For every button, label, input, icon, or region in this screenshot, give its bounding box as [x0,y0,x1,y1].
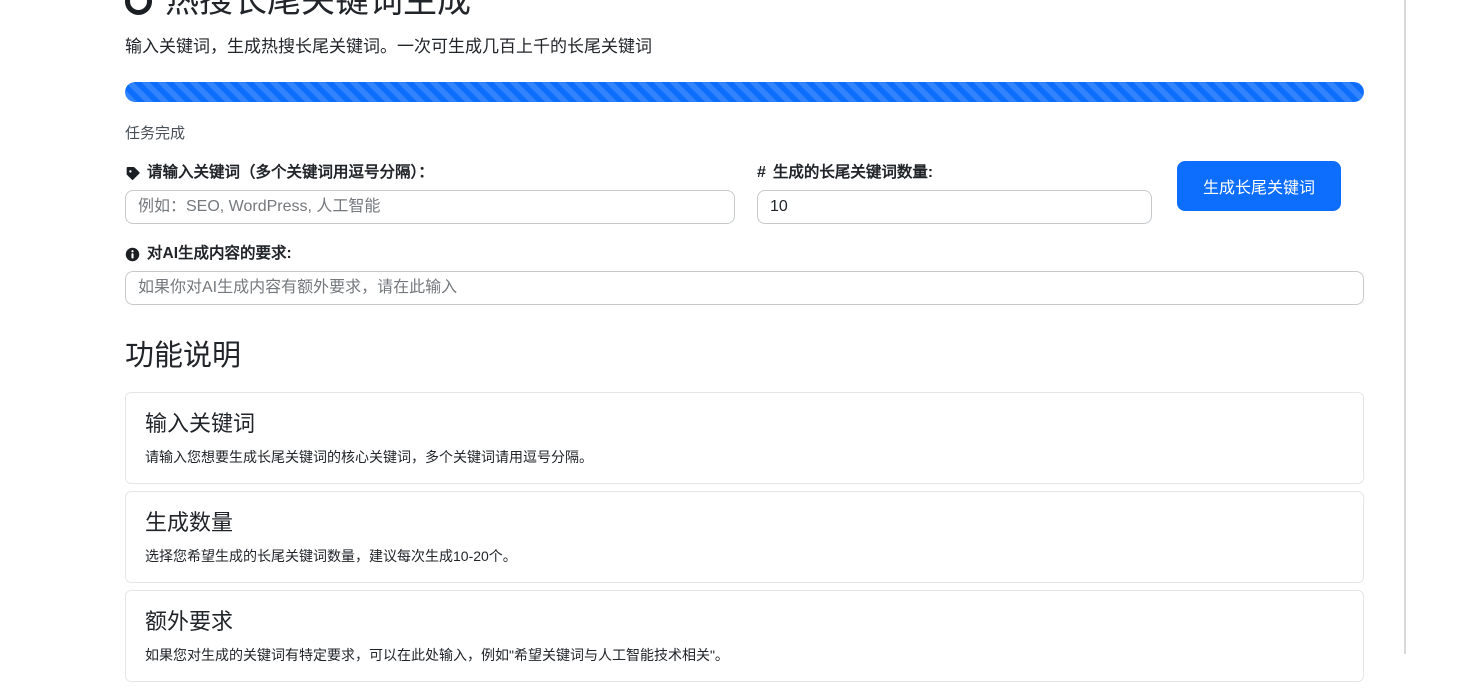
count-input[interactable] [757,190,1152,224]
task-status-text: 任务完成 [125,122,1364,143]
info-icon [125,247,140,262]
feature-card-keywords: 输入关键词 请输入您想要生成长尾关键词的核心关键词，多个关键词请用逗号分隔。 [125,392,1364,484]
tag-icon [125,166,140,181]
keywords-input[interactable] [125,190,735,224]
card-description: 选择您希望生成的长尾关键词数量，建议每次生成10-20个。 [145,546,1344,566]
vertical-divider [1404,0,1406,654]
keywords-field-group: 请输入关键词（多个关键词用逗号分隔）： [125,164,735,224]
card-description: 如果您对生成的关键词有特定要求，可以在此处输入，例如"希望关键词与人工智能技术相… [145,645,1344,665]
feature-cards: 输入关键词 请输入您想要生成长尾关键词的核心关键词，多个关键词请用逗号分隔。 生… [125,392,1364,682]
card-description: 请输入您想要生成长尾关键词的核心关键词，多个关键词请用逗号分隔。 [145,447,1344,467]
feature-card-count: 生成数量 选择您希望生成的长尾关键词数量，建议每次生成10-20个。 [125,491,1364,583]
keywords-label-text: 请输入关键词（多个关键词用逗号分隔）： [147,164,434,182]
hash-icon: # [757,164,766,182]
requirements-label: 对AI生成内容的要求: [125,245,1364,263]
count-label-text: 生成的长尾关键词数量: [773,164,933,182]
requirements-input[interactable] [125,271,1364,305]
generate-button-column: 生成长尾关键词 [1177,164,1341,211]
requirements-label-text: 对AI生成内容的要求: [147,245,292,263]
progress-bar [125,82,1364,102]
card-title: 额外要求 [145,604,1344,636]
main-content: 热搜长尾关键词生成 输入关键词，生成热搜长尾关键词。一次可生成几百上千的长尾关键… [125,0,1364,689]
keyword-form-row: 请输入关键词（多个关键词用逗号分隔）： # 生成的长尾关键词数量: 生成长尾关键… [125,164,1364,224]
requirements-field-group: 对AI生成内容的要求: [125,245,1364,305]
features-heading: 功能说明 [125,332,1364,374]
page-title: 热搜长尾关键词生成 [125,0,1364,23]
keywords-label: 请输入关键词（多个关键词用逗号分隔）： [125,164,735,182]
count-field-group: # 生成的长尾关键词数量: [757,164,1152,224]
page-subtitle: 输入关键词，生成热搜长尾关键词。一次可生成几百上千的长尾关键词 [125,32,1364,57]
hot-search-ring-icon [125,0,152,15]
card-title: 生成数量 [145,505,1344,537]
count-label: # 生成的长尾关键词数量: [757,164,1152,182]
progress-track [125,82,1364,102]
card-title: 输入关键词 [145,406,1344,438]
page-title-text: 热搜长尾关键词生成 [165,0,471,23]
generate-button[interactable]: 生成长尾关键词 [1177,161,1341,211]
feature-card-requirements: 额外要求 如果您对生成的关键词有特定要求，可以在此处输入，例如"希望关键词与人工… [125,590,1364,682]
